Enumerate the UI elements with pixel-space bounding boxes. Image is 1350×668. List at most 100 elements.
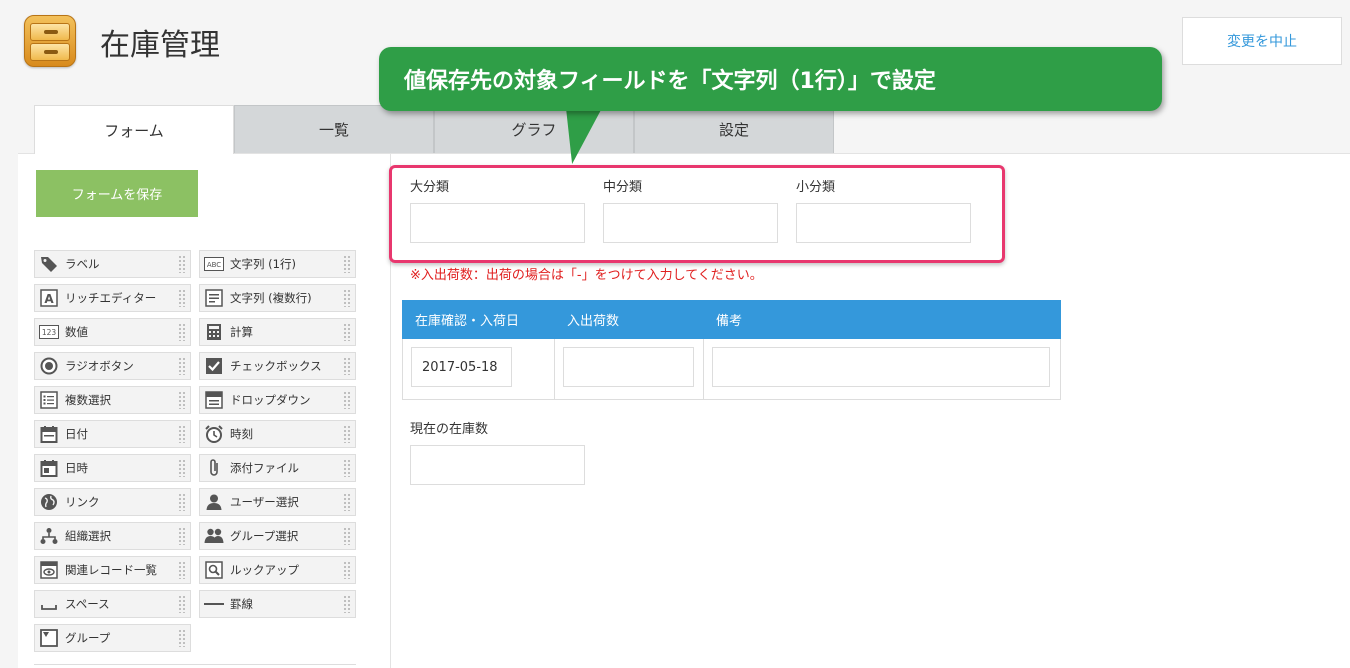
current-stock-input[interactable] — [410, 445, 585, 485]
datetime-icon — [39, 458, 59, 478]
palette-item-text: グループ — [65, 631, 111, 645]
drag-handle-icon[interactable] — [178, 357, 186, 375]
stock-history-table: 在庫確認・入荷日 入出荷数 備考 2017-05-18 — [402, 300, 1061, 400]
drag-handle-icon[interactable] — [178, 595, 186, 613]
palette-item-text: グループ選択 — [230, 529, 299, 543]
globe-icon — [39, 492, 59, 512]
palette-item-text: 日付 — [65, 427, 88, 441]
drag-handle-icon[interactable] — [178, 493, 186, 511]
palette-item-number[interactable]: 123 数値 — [34, 318, 191, 346]
palette-item-text: 罫線 — [230, 597, 253, 611]
drag-handle-icon[interactable] — [178, 527, 186, 545]
palette-item-multi-line-text[interactable]: 文字列 (複数行) — [199, 284, 356, 312]
drag-handle-icon[interactable] — [343, 595, 351, 613]
checkbox-icon — [204, 356, 224, 376]
palette-item-lookup[interactable]: ルックアップ — [199, 556, 356, 584]
drag-handle-icon[interactable] — [343, 561, 351, 579]
palette-item-org-select[interactable]: 組織選択 — [34, 522, 191, 550]
palette-item-space[interactable]: スペース — [34, 590, 191, 618]
palette-item-text: 文字列 (1行) — [230, 257, 296, 271]
table-cell-remarks — [704, 339, 1060, 399]
drag-handle-icon[interactable] — [178, 255, 186, 273]
quantity-input[interactable] — [562, 347, 694, 387]
abc-icon: ABC — [204, 254, 224, 274]
app-title: 在庫管理 — [100, 28, 220, 63]
palette-item-group[interactable]: グループ — [34, 624, 191, 652]
dropdown-icon — [204, 390, 224, 410]
palette-item-rich-editor[interactable]: A リッチエディター — [34, 284, 191, 312]
table-header: 在庫確認・入荷日 入出荷数 備考 — [402, 300, 1061, 339]
drag-handle-icon[interactable] — [178, 561, 186, 579]
table-header-remarks: 備考 — [716, 314, 743, 329]
palette-item-related-records[interactable]: 関連レコード一覧 — [34, 556, 191, 584]
palette-item-group-select[interactable]: グループ選択 — [199, 522, 356, 550]
palette-item-dropdown[interactable]: ドロップダウン — [199, 386, 356, 414]
tab-settings[interactable]: 設定 — [634, 105, 834, 153]
small-category-input[interactable] — [796, 203, 971, 243]
tab-graph[interactable]: グラフ — [434, 105, 634, 153]
drag-handle-icon[interactable] — [343, 255, 351, 273]
drawer-bottom — [30, 43, 70, 61]
drag-handle-icon[interactable] — [343, 459, 351, 477]
palette-item-text: 計算 — [230, 325, 253, 339]
palette-divider — [34, 664, 356, 665]
drag-handle-icon[interactable] — [343, 323, 351, 341]
group-icon — [204, 526, 224, 546]
palette-item-date[interactable]: 日付 — [34, 420, 191, 448]
palette-item-time[interactable]: 時刻 — [199, 420, 356, 448]
drag-handle-icon[interactable] — [178, 459, 186, 477]
app-drawer-icon — [24, 15, 76, 67]
palette-item-text: ルックアップ — [230, 563, 299, 577]
palette-item-text: 文字列 (複数行) — [230, 291, 312, 305]
palette-item-checkbox[interactable]: チェックボックス — [199, 352, 356, 380]
field-palette-sidebar: フォームを保存 ラベル ABC 文字列 (1行) A リッチエディター 文字列 … — [18, 154, 391, 668]
table-header-quantity: 入出荷数 — [567, 314, 620, 329]
palette-item-text: 添付ファイル — [230, 461, 299, 475]
drag-handle-icon[interactable] — [343, 391, 351, 409]
palette-item-text: ラジオボタン — [65, 359, 134, 373]
palette-item-line[interactable]: 罫線 — [199, 590, 356, 618]
user-icon — [204, 492, 224, 512]
drag-handle-icon[interactable] — [178, 629, 186, 647]
cancel-changes-button[interactable]: 変更を中止 — [1182, 17, 1342, 65]
group-box-icon — [39, 628, 59, 648]
drag-handle-icon[interactable] — [178, 289, 186, 307]
large-category-input[interactable] — [410, 203, 585, 243]
svg-text:ABC: ABC — [207, 261, 221, 269]
drag-handle-icon[interactable] — [343, 289, 351, 307]
palette-item-text: 関連レコード一覧 — [65, 563, 157, 577]
drag-handle-icon[interactable] — [343, 425, 351, 443]
palette-item-multi-select[interactable]: 複数選択 — [34, 386, 191, 414]
palette-item-attachment[interactable]: 添付ファイル — [199, 454, 356, 482]
tag-icon — [39, 254, 59, 274]
palette-item-single-line-text[interactable]: ABC 文字列 (1行) — [199, 250, 356, 278]
multiline-icon — [204, 288, 224, 308]
medium-category-input[interactable] — [603, 203, 778, 243]
drag-handle-icon[interactable] — [178, 425, 186, 443]
palette-item-label[interactable]: ラベル — [34, 250, 191, 278]
palette-item-text: 複数選択 — [65, 393, 111, 407]
number-icon: 123 — [39, 322, 59, 342]
palette-item-link[interactable]: リンク — [34, 488, 191, 516]
calendar-icon — [39, 424, 59, 444]
tab-form[interactable]: フォーム — [34, 105, 234, 154]
palette-item-calculation[interactable]: 計算 — [199, 318, 356, 346]
save-form-button[interactable]: フォームを保存 — [36, 170, 198, 217]
date-input[interactable]: 2017-05-18 — [411, 347, 512, 387]
palette-item-datetime[interactable]: 日時 — [34, 454, 191, 482]
field-label-current-stock: 現在の在庫数 — [410, 422, 489, 437]
org-chart-icon — [39, 526, 59, 546]
drag-handle-icon[interactable] — [343, 527, 351, 545]
palette-item-text: チェックボックス — [230, 359, 322, 373]
palette-item-radio-button[interactable]: ラジオボタン — [34, 352, 191, 380]
palette-item-user-select[interactable]: ユーザー選択 — [199, 488, 356, 516]
drag-handle-icon[interactable] — [178, 391, 186, 409]
line-icon — [204, 594, 224, 614]
table-row: 2017-05-18 — [402, 339, 1061, 400]
lookup-icon — [204, 560, 224, 580]
tab-list[interactable]: 一覧 — [234, 105, 434, 153]
remarks-input[interactable] — [711, 347, 1050, 387]
drag-handle-icon[interactable] — [343, 357, 351, 375]
drag-handle-icon[interactable] — [343, 493, 351, 511]
drag-handle-icon[interactable] — [178, 323, 186, 341]
